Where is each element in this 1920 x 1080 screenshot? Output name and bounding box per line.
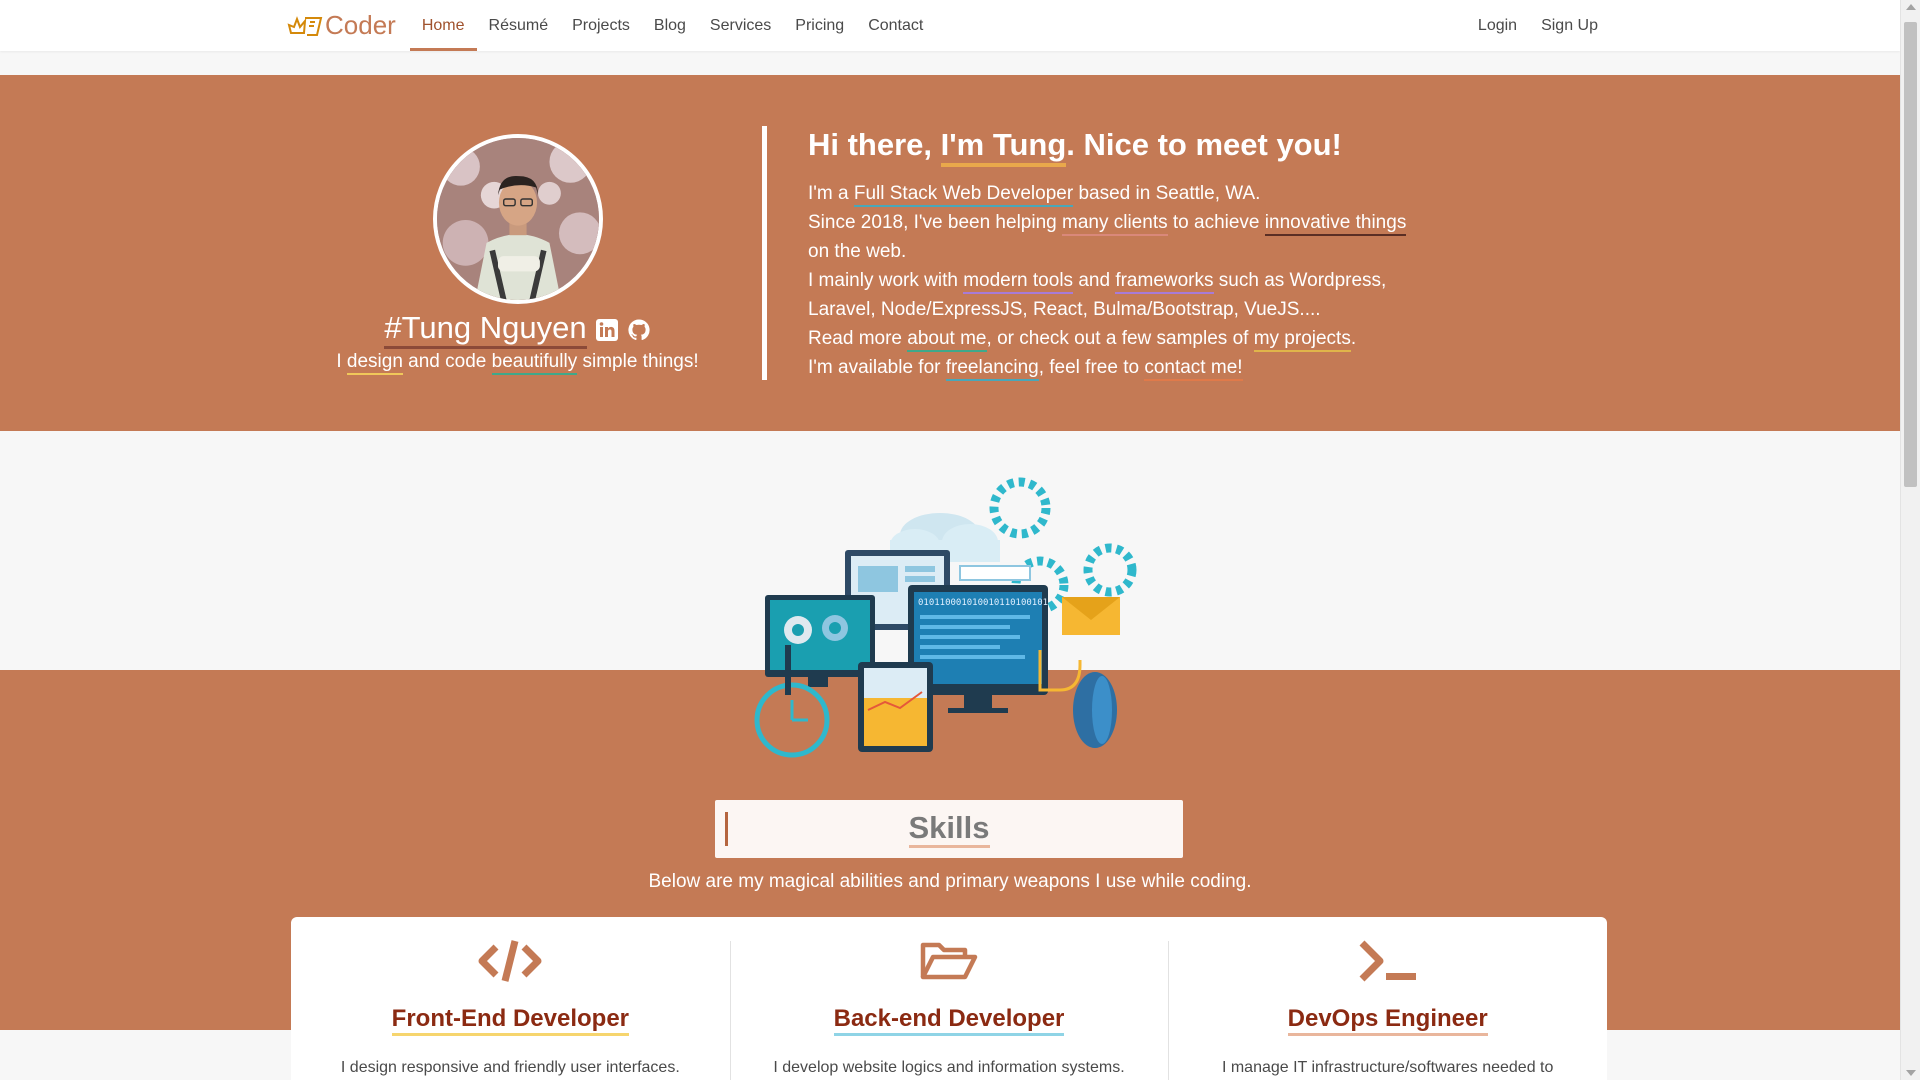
about-me-link[interactable]: about me	[907, 328, 987, 352]
intro-line: I'm available for freelancing, feel free…	[808, 353, 1448, 382]
skill-card-title: Front-End Developer	[291, 1005, 730, 1036]
profile-name-row: #Tung Nguyen	[300, 311, 735, 349]
line-text: , feel free to	[1038, 357, 1145, 378]
intro-line: Read more about me, or check out a few s…	[808, 324, 1448, 353]
line-text: .	[1350, 328, 1357, 349]
highlight-modern-tools: modern tools	[963, 270, 1074, 294]
nav-pricing[interactable]: Pricing	[783, 0, 856, 51]
nav-blog[interactable]: Blog	[642, 0, 698, 51]
terminal-icon	[1168, 937, 1607, 987]
line-text: to achieve	[1167, 212, 1265, 233]
nav-home[interactable]: Home	[409, 0, 477, 51]
skill-card-desc: I design responsive and friendly user in…	[340, 1059, 680, 1076]
devices-illustration: 010110001010010110100101	[754, 477, 1137, 758]
page-scrollbar[interactable]	[1900, 0, 1920, 1080]
github-icon[interactable]	[627, 318, 651, 342]
skill-cards: Front-End Developer I design responsive …	[291, 917, 1607, 1080]
nav-services[interactable]: Services	[698, 0, 783, 51]
envelope-icon	[1062, 597, 1120, 635]
hero-section: #Tung Nguyen I design and code beautiful…	[0, 75, 1900, 431]
scroll-thumb[interactable]	[1904, 22, 1917, 487]
scroll-down-arrow-icon[interactable]	[1906, 1070, 1916, 1076]
logo-text: Coder	[325, 10, 396, 40]
skill-title-text: DevOps Engineer	[1287, 1005, 1488, 1036]
heading-text: . Nice to meet you!	[1066, 127, 1342, 162]
mouse-icon	[1038, 650, 1117, 748]
skill-card-frontend: Front-End Developer I design responsive …	[291, 917, 730, 1080]
code-icon	[291, 937, 730, 987]
skill-card-desc: I develop website logics and information…	[773, 1059, 1125, 1076]
line-text: I'm available for	[808, 357, 946, 378]
heading-name: I'm Tung	[940, 127, 1067, 167]
skills-subtitle: Below are my magical abilities and prima…	[648, 871, 1252, 892]
highlight-many-clients: many clients	[1062, 212, 1168, 236]
skill-card-title: DevOps Engineer	[1168, 1005, 1607, 1036]
line-text: I mainly work with	[808, 270, 964, 291]
intro-line: I mainly work with modern tools and fram…	[808, 266, 1448, 295]
profile-tagline: I design and code beautifully simple thi…	[300, 351, 735, 375]
nav-resume[interactable]: Résumé	[477, 0, 561, 51]
highlight-frameworks: frameworks	[1115, 270, 1214, 294]
contact-me-link[interactable]: contact me!	[1144, 357, 1243, 381]
tagline-beautifully: beautifully	[491, 351, 578, 375]
scroll-up-arrow-icon[interactable]	[1906, 4, 1916, 10]
skill-card-backend: Back-end Developer I develop website log…	[729, 917, 1169, 1080]
top-navbar: Coder Home Résumé Projects Blog Services…	[0, 0, 1900, 51]
linkedin-icon[interactable]	[595, 318, 619, 342]
search-bar-graphic	[959, 565, 1031, 581]
intro-heading: Hi there, I'm Tung. Nice to meet you!	[808, 120, 1448, 170]
tagline-text: I	[336, 351, 347, 372]
intro-line: on the web.	[808, 241, 907, 262]
nav-signup[interactable]: Sign Up	[1529, 0, 1610, 51]
line-text: Since 2018, I've been helping	[808, 212, 1062, 233]
intro-line: I'm a Full Stack Web Developer based in …	[808, 179, 1448, 208]
intro-line: Laravel, Node/ExpressJS, React, Bulma/Bo…	[808, 299, 1321, 320]
freelancing-link[interactable]: freelancing	[945, 357, 1039, 381]
nav-projects[interactable]: Projects	[560, 0, 642, 51]
line-text: and	[1073, 270, 1116, 291]
site-logo[interactable]: Coder	[285, 0, 396, 51]
line-text: such as Wordpress,	[1213, 270, 1387, 291]
profile-avatar	[433, 134, 603, 304]
intro-line: Since 2018, I've been helping many clien…	[808, 208, 1448, 237]
nav-contact[interactable]: Contact	[856, 0, 935, 51]
folder-open-icon	[730, 937, 1169, 987]
tablet-chart	[858, 662, 933, 752]
skills-title-box: Skills	[715, 800, 1183, 858]
tagline-text: and code	[402, 351, 492, 372]
skills-title: Skills	[715, 810, 1183, 848]
highlight-innovative: innovative things	[1264, 212, 1407, 236]
heading-text: Hi there,	[808, 127, 941, 162]
skill-title-text: Back-end Developer	[833, 1005, 1065, 1036]
navbar-inner: Coder Home Résumé Projects Blog Services…	[285, 0, 1610, 51]
line-text: Read more	[808, 328, 908, 349]
skills-title-text: Skills	[908, 810, 990, 848]
skill-title-text: Front-End Developer	[391, 1005, 630, 1036]
binary-text: 010110001010010110100101	[918, 598, 1048, 608]
tagline-text: simple things!	[577, 351, 699, 372]
tagline-design: design	[346, 351, 403, 375]
highlight-fullstack: Full Stack Web Developer	[853, 183, 1074, 207]
vertical-divider	[762, 126, 767, 380]
line-text: I'm a	[808, 183, 854, 204]
nav-auth: Login Sign Up	[1466, 0, 1610, 51]
logo-icon	[287, 15, 323, 36]
intro-text: Hi there, I'm Tung. Nice to meet you! I'…	[808, 120, 1448, 382]
line-text: based in Seattle, WA.	[1073, 183, 1261, 204]
line-text: , or check out a few samples of	[986, 328, 1254, 349]
skill-card-title: Back-end Developer	[730, 1005, 1169, 1036]
profile-name: #Tung Nguyen	[384, 311, 587, 349]
nav-login[interactable]: Login	[1466, 0, 1529, 51]
skill-card-devops: DevOps Engineer I manage IT infrastructu…	[1168, 917, 1607, 1080]
avatar-photo	[437, 138, 599, 300]
skill-card-desc: I manage IT infrastructure/softwares nee…	[1221, 1059, 1554, 1076]
my-projects-link[interactable]: my projects	[1253, 328, 1351, 352]
